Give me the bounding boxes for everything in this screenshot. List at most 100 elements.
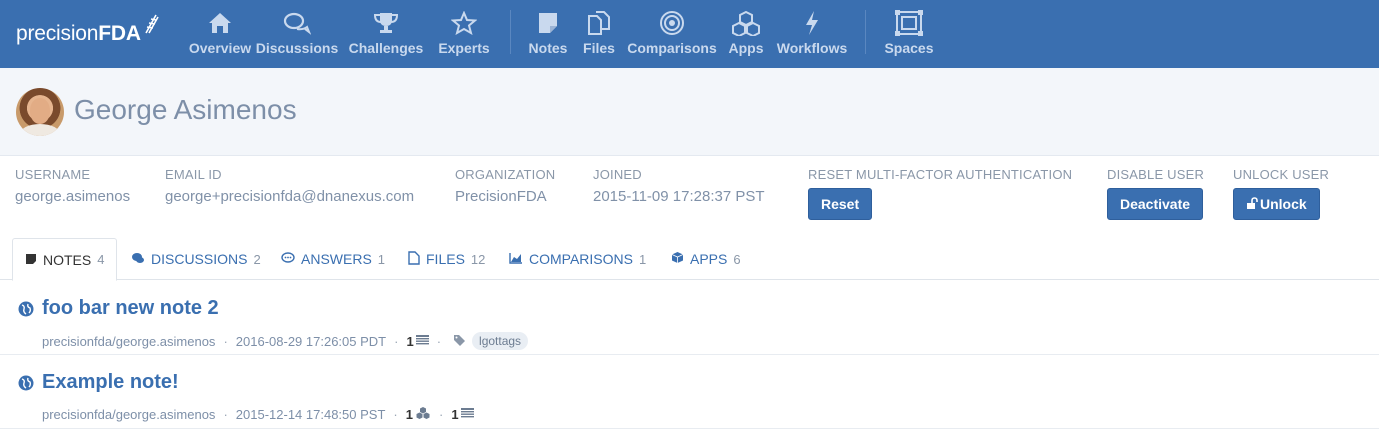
attachment-count: 1 — [451, 406, 459, 422]
deactivate-button[interactable]: Deactivate — [1107, 188, 1204, 220]
nav-challenges[interactable]: Challenges — [342, 0, 430, 68]
tab-files[interactable]: FILES 12 — [408, 238, 485, 280]
tab-discussions-count: 2 — [253, 251, 261, 267]
nav-divider — [510, 10, 511, 54]
bolt-icon — [803, 8, 821, 38]
tab-files-label: FILES — [426, 251, 465, 267]
top-navbar: precision FDA Overview Discussions Challe… — [0, 0, 1379, 68]
meta-separator: · — [394, 333, 399, 349]
reset-mfa-button[interactable]: Reset — [808, 188, 873, 220]
comment-icon — [281, 251, 295, 267]
unlock-button[interactable]: Unlock — [1233, 188, 1320, 220]
avatar-shirt — [20, 124, 60, 136]
meta-separator: · — [223, 406, 228, 422]
nav-divider — [865, 10, 866, 54]
username-field: USERNAME george.asimenos — [15, 167, 130, 205]
avatar-face — [30, 98, 50, 124]
area-chart-icon — [509, 251, 523, 267]
brand-text-bold: FDA — [98, 22, 141, 45]
note-title-link[interactable]: foo bar new note 2 — [42, 297, 219, 320]
tab-discussions[interactable]: DISCUSSIONS 2 — [131, 238, 261, 280]
nav-files[interactable]: Files — [573, 0, 625, 68]
list-item: Example note! precisionfda/george.asimen… — [0, 355, 1379, 429]
tab-comparisons-count: 1 — [638, 251, 647, 267]
nav-experts-label: Experts — [438, 40, 490, 56]
meta-separator: · — [436, 333, 442, 349]
file-icon — [408, 250, 420, 268]
tab-files-count: 12 — [470, 251, 486, 267]
chat-bubbles-icon — [131, 251, 145, 267]
profile-header: George Asimenos — [0, 68, 1379, 156]
note-date: 2016-08-29 17:26:05 PDT — [235, 333, 387, 349]
note-icon — [536, 8, 560, 38]
nav-experts[interactable]: Experts — [430, 0, 498, 68]
chat-bubbles-icon — [283, 8, 311, 38]
meta-separator: · — [438, 406, 444, 422]
mfa-field: RESET MULTI-FACTOR AUTHENTICATION Reset — [808, 167, 1072, 220]
nav-apps-label: Apps — [728, 40, 764, 56]
organization-field: ORGANIZATION PrecisionFDA — [455, 167, 555, 205]
tab-apps-label: APPS — [690, 251, 728, 267]
nav-files-label: Files — [583, 40, 615, 56]
organization-value: PrecisionFDA — [455, 188, 547, 205]
nav-overview-label: Overview — [188, 40, 252, 56]
home-icon — [207, 8, 233, 38]
nav-apps[interactable]: Apps — [719, 0, 773, 68]
tab-answers-label: ANSWERS — [301, 251, 372, 267]
tags-icon — [453, 334, 467, 349]
tab-comparisons[interactable]: COMPARISONS 1 — [509, 238, 646, 280]
tab-comparisons-label: COMPARISONS — [529, 251, 633, 267]
tab-notes-count: 4 — [97, 252, 105, 267]
note-title-link[interactable]: Example note! — [42, 371, 179, 394]
tab-notes-label: NOTES — [43, 251, 92, 268]
nav-notes-label: Notes — [528, 40, 568, 56]
trophy-icon — [373, 8, 399, 38]
username-value: george.asimenos — [15, 188, 131, 205]
list-item: foo bar new note 2 precisionfda/george.a… — [0, 281, 1379, 355]
unlock-user-key: UNLOCK USER — [1233, 167, 1330, 182]
nav-challenges-label: Challenges — [348, 40, 424, 56]
nav-overview[interactable]: Overview — [188, 0, 252, 68]
tab-answers-count: 1 — [377, 251, 386, 267]
tab-answers[interactable]: ANSWERS 1 — [281, 238, 385, 280]
note-author[interactable]: precisionfda/george.asimenos — [42, 334, 215, 349]
list-icon — [460, 407, 474, 422]
nav-comparisons[interactable]: Comparisons — [625, 0, 719, 68]
cube-icon — [671, 251, 684, 267]
organization-key: ORGANIZATION — [455, 167, 556, 182]
user-info-row: USERNAME george.asimenos EMAIL ID george… — [0, 157, 1379, 229]
nav-group-main: Overview Discussions Challenges Experts — [180, 0, 498, 68]
list-icon — [415, 334, 429, 349]
nav-discussions[interactable]: Discussions — [252, 0, 342, 68]
nav-workflows-label: Workflows — [776, 40, 848, 56]
tab-discussions-label: DISCUSSIONS — [151, 251, 248, 267]
tag-badge[interactable]: lgottags — [472, 332, 529, 350]
brand-logo[interactable]: precision FDA — [0, 0, 180, 68]
note-author[interactable]: precisionfda/george.asimenos — [42, 407, 215, 422]
nav-workflows[interactable]: Workflows — [773, 0, 851, 68]
files-icon — [586, 8, 612, 38]
tab-notes[interactable]: NOTES 4 — [12, 238, 118, 281]
unlock-button-label: Unlock — [1260, 196, 1307, 212]
nav-notes[interactable]: Notes — [523, 0, 573, 68]
nav-group-spaces: Spaces — [880, 0, 938, 68]
meta-separator: · — [393, 406, 398, 422]
note-meta: precisionfda/george.asimenos · 2016-08-2… — [42, 332, 529, 350]
cubes-icon — [415, 406, 431, 422]
attachment-count: 1 — [406, 333, 414, 349]
joined-key: JOINED — [593, 167, 642, 182]
globe-icon — [18, 301, 34, 322]
joined-field: JOINED 2015-11-09 17:28:37 PST — [593, 167, 765, 205]
tab-apps[interactable]: APPS 6 — [671, 238, 741, 280]
mfa-key: RESET MULTI-FACTOR AUTHENTICATION — [808, 167, 1073, 182]
profile-tabs: NOTES 4 DISCUSSIONS 2 ANSWERS 1 FILES 12… — [0, 238, 1379, 281]
username-key: USERNAME — [15, 167, 91, 182]
meta-separator: · — [223, 333, 228, 349]
profile-name: George Asimenos — [74, 94, 297, 125]
email-value: george+precisionfda@dnanexus.com — [165, 188, 415, 205]
brand-text-light: precision — [16, 22, 99, 45]
nav-spaces[interactable]: Spaces — [880, 0, 938, 68]
tab-apps-count: 6 — [733, 251, 741, 267]
dna-logo-icon — [143, 13, 159, 41]
disable-user-field: DISABLE USER Deactivate — [1107, 167, 1204, 220]
